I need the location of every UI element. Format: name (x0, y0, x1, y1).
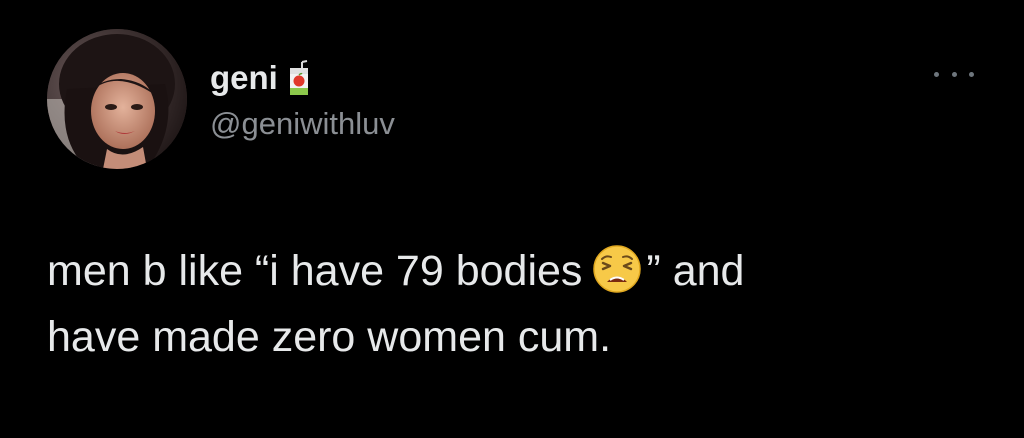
display-name[interactable]: geni (210, 59, 278, 97)
more-options-icon (934, 71, 939, 77)
avatar[interactable] (47, 29, 187, 169)
user-handle[interactable]: @geniwithluv (210, 106, 395, 142)
more-options-icon-dot (969, 71, 974, 77)
tweet-text-line-2: have made zero women cum. (47, 313, 612, 361)
more-options-icon-dot (951, 71, 957, 77)
juice-box-icon (288, 60, 310, 96)
profile-photo-icon (47, 29, 187, 169)
weary-face-emoji-icon (592, 244, 642, 294)
tweet-text-segment: men b like “i have 79 bodies (47, 247, 583, 295)
tweet-text-line-1: men b like “i have 79 bodies ” and (47, 238, 977, 304)
tweet-text-segment: ” and (646, 247, 745, 295)
tweet-card: geni @geniwithluv men b like “i have 79 … (0, 0, 1024, 438)
display-name-row[interactable]: geni (210, 58, 310, 98)
more-options-button[interactable] (934, 62, 974, 86)
tweet-text: men b like “i have 79 bodies ” and have … (47, 238, 977, 370)
